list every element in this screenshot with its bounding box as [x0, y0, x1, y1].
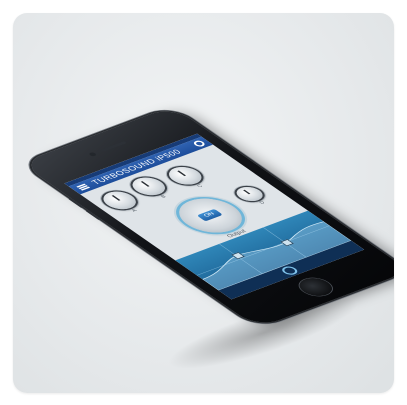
- product-card: TURBOSOUND iP500 A B C D ON Output: [13, 13, 394, 393]
- knob-pointer: [242, 189, 251, 195]
- front-camera: [88, 151, 98, 157]
- bottom-center-button[interactable]: [279, 265, 301, 277]
- volume-up-button: [68, 198, 84, 208]
- home-button[interactable]: [293, 275, 339, 299]
- output-toggle-button[interactable]: ON: [196, 208, 223, 222]
- volume-down-button: [85, 210, 101, 220]
- earpiece-speaker: [100, 141, 127, 152]
- menu-icon[interactable]: [76, 183, 91, 191]
- knob-pointer: [111, 194, 121, 201]
- gear-icon[interactable]: [191, 139, 207, 148]
- knob-pointer: [140, 180, 150, 187]
- app-screen: TURBOSOUND iP500 A B C D ON Output: [64, 133, 365, 300]
- knob-pointer: [176, 170, 187, 177]
- iphone-device: TURBOSOUND iP500 A B C D ON Output: [20, 106, 394, 328]
